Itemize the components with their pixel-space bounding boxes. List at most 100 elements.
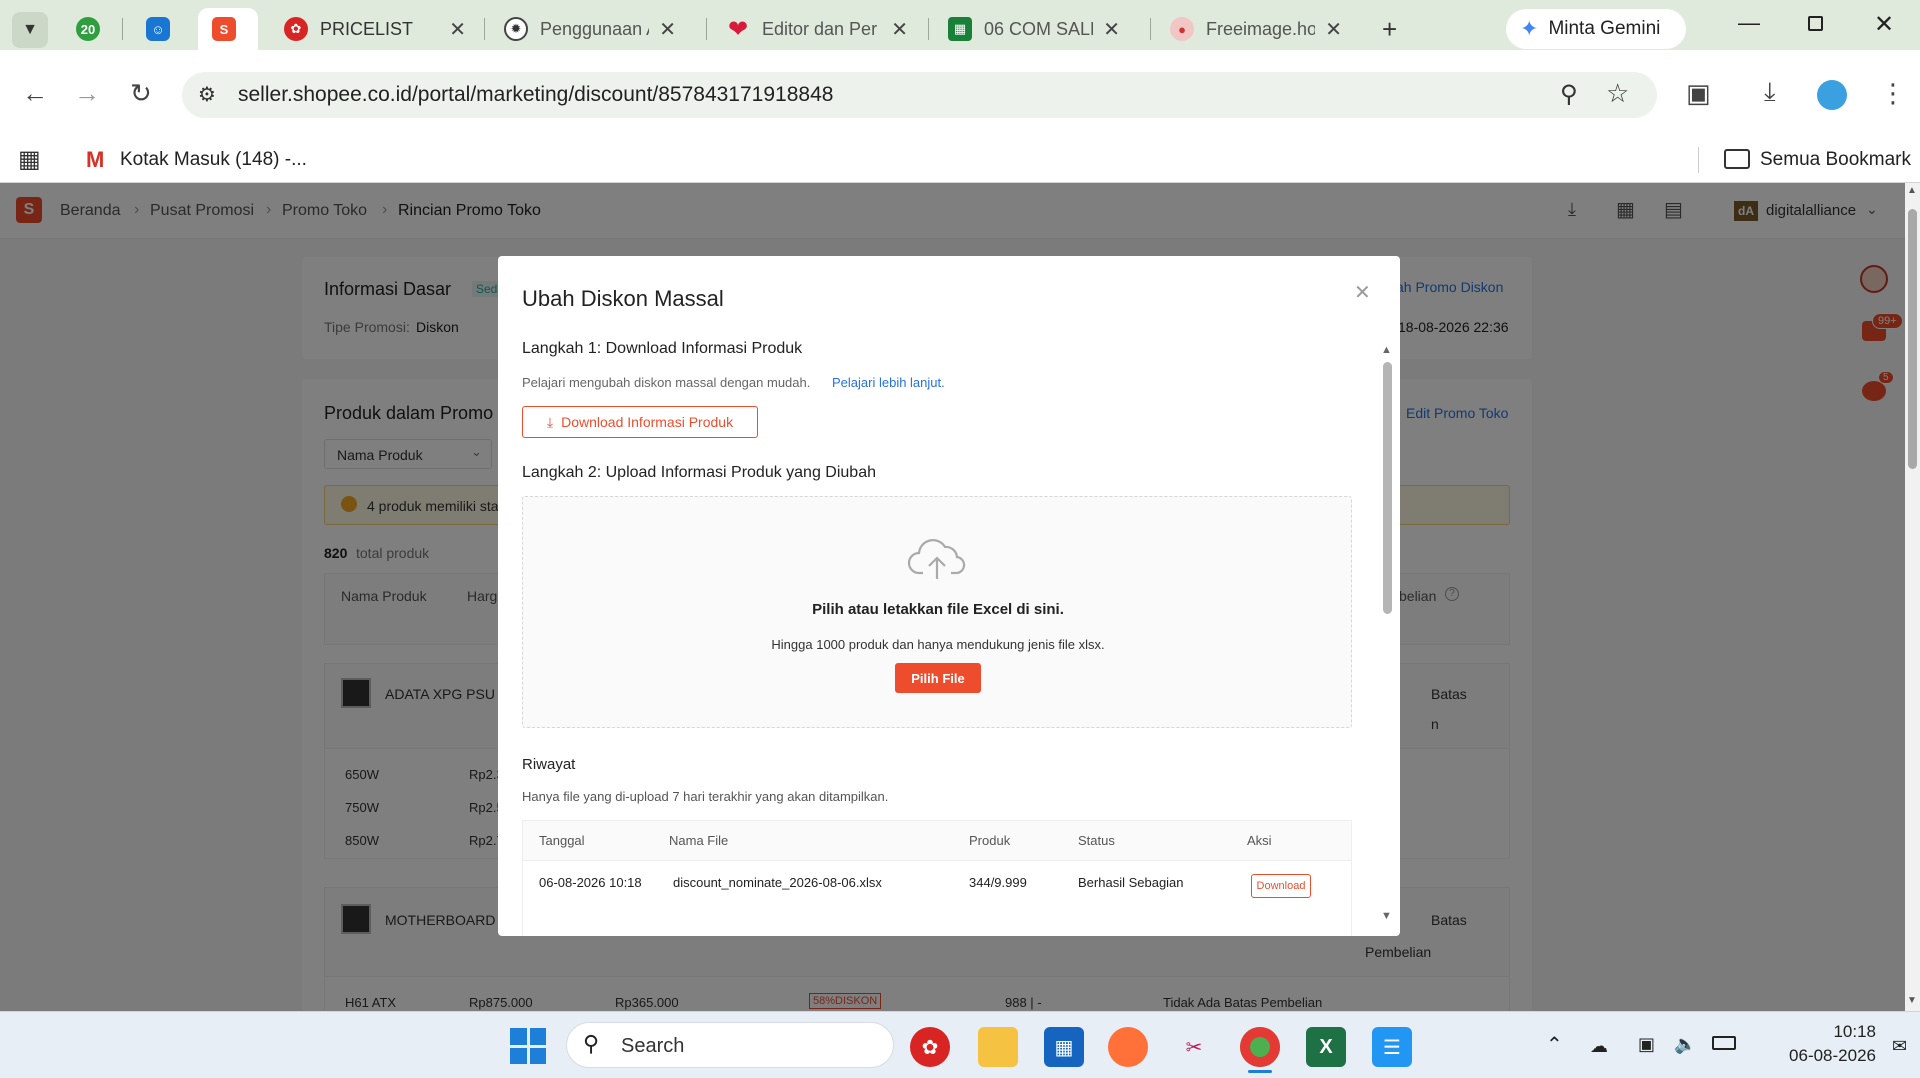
excel-icon[interactable]: X: [1306, 1027, 1346, 1067]
download-icon[interactable]: ⤓: [1764, 78, 1776, 104]
close-tab-icon[interactable]: ✕: [1103, 17, 1120, 42]
bookmark-star-icon[interactable]: ☆: [1606, 78, 1629, 109]
drop-title: Pilih atau letakkan file Excel di sini.: [812, 601, 1064, 618]
battery-icon[interactable]: [1712, 1036, 1736, 1050]
gemini-label: Minta Gemini: [1548, 18, 1661, 39]
network-icon[interactable]: ▣: [1638, 1034, 1655, 1055]
modal-scrollbar[interactable]: ▲ ▼: [1380, 344, 1394, 924]
windows-start-icon[interactable]: [510, 1028, 546, 1064]
tab-freeimage[interactable]: ● Freeimage.hos ✕: [1156, 8, 1356, 50]
snipping-tool-icon[interactable]: ✂: [1174, 1027, 1214, 1067]
scroll-up-icon[interactable]: ▲: [1381, 344, 1392, 356]
col-products: Produk: [969, 833, 1011, 848]
row-date: 06-08-2026 10:18: [539, 875, 642, 890]
clock-date[interactable]: 06-08-2026: [1756, 1046, 1876, 1066]
tab-title: PRICELIST: [320, 18, 414, 39]
tab-1[interactable]: 20: [62, 8, 120, 50]
row-download-label: Download: [1256, 880, 1306, 892]
restore-window-icon[interactable]: [1808, 16, 1823, 31]
col-date: Tanggal: [539, 833, 585, 848]
store-icon[interactable]: ▦: [1044, 1027, 1084, 1067]
address-bar[interactable]: ⚙ seller.shopee.co.id/portal/marketing/d…: [182, 72, 1657, 118]
download-icon: ⤓: [546, 413, 554, 430]
tab-pricelist[interactable]: ✿ PRICELIST ✕: [270, 8, 480, 50]
clock-time[interactable]: 10:18: [1812, 1022, 1876, 1042]
col-status: Status: [1078, 833, 1115, 848]
extensions-puzzle-icon[interactable]: ▣: [1686, 80, 1711, 106]
tab-2[interactable]: ☺: [132, 8, 190, 50]
profile-avatar[interactable]: [1817, 80, 1847, 110]
close-window-icon[interactable]: ✕: [1874, 10, 1894, 39]
tab-com-sales[interactable]: ▦ 06 COM SALES ✕: [934, 8, 1134, 50]
notepad-icon[interactable]: ☰: [1372, 1027, 1412, 1067]
gemini-button[interactable]: ✦ Minta Gemini: [1506, 9, 1686, 49]
gmail-icon: M: [86, 147, 105, 172]
history-table-header: Tanggal Nama File Produk Status Aksi: [523, 821, 1351, 861]
notifications-icon[interactable]: ✉: [1892, 1036, 1907, 1057]
volume-icon[interactable]: 🔈: [1674, 1034, 1696, 1055]
row-download-button[interactable]: Download: [1251, 874, 1311, 898]
tab-editor[interactable]: ❤ Editor dan Per ✕: [712, 8, 922, 50]
scroll-down-icon[interactable]: ▼: [1381, 910, 1392, 922]
freeimage-favicon-icon: ●: [1170, 17, 1194, 41]
firefox-icon[interactable]: [1108, 1027, 1148, 1067]
minimize-icon[interactable]: —: [1738, 10, 1760, 36]
modal-title: Ubah Diskon Massal: [522, 286, 724, 311]
onedrive-icon[interactable]: ☁: [1590, 1036, 1608, 1057]
bookmarks-divider: [1698, 147, 1699, 173]
red-swirl-favicon-icon: ✿: [284, 17, 308, 41]
reload-icon[interactable]: ↻: [130, 80, 152, 106]
folder-icon: [1724, 149, 1750, 169]
scroll-thumb[interactable]: [1908, 209, 1917, 469]
tab-penggunaan[interactable]: ✹ Penggunaan A ✕: [490, 8, 690, 50]
scroll-down-icon[interactable]: ▼: [1907, 995, 1917, 1006]
red-app-icon[interactable]: ✿: [910, 1027, 950, 1067]
scroll-up-icon[interactable]: ▲: [1907, 185, 1917, 196]
site-settings-icon[interactable]: ⚙: [198, 82, 216, 107]
tab-title: 06 COM SALES: [984, 18, 1093, 39]
browser-tab-strip: ▼ 20 ☺ S ✿ PRICELIST ✕ ✹ Penggunaan A ✕ …: [0, 0, 1920, 50]
openai-favicon-icon: ✹: [504, 17, 528, 41]
heart-favicon-icon: ❤: [727, 15, 749, 43]
search-placeholder: Search: [621, 1035, 685, 1057]
all-bookmarks-link[interactable]: Semua Bookmark: [1760, 149, 1911, 171]
url-text[interactable]: seller.shopee.co.id/portal/marketing/dis…: [238, 83, 833, 107]
choose-file-button[interactable]: Pilih File: [895, 663, 981, 693]
modal-scroll-thumb[interactable]: [1383, 362, 1392, 614]
bookmark-gmail[interactable]: Kotak Masuk (148) -...: [120, 149, 307, 171]
chrome-icon[interactable]: [1240, 1027, 1280, 1067]
download-product-info-button[interactable]: ⤓ Download Informasi Produk: [522, 406, 758, 438]
close-icon[interactable]: ✕: [1354, 280, 1371, 305]
learn-more-link[interactable]: Pelajari lebih lanjut.: [832, 375, 945, 390]
shopee-bag-icon: S: [212, 17, 236, 41]
green-badge-favicon-icon: 20: [76, 17, 100, 41]
drop-desc: Hingga 1000 produk dan hanya mendukung j…: [771, 637, 1105, 652]
taskbar-search[interactable]: ⚲ Search: [566, 1022, 894, 1068]
step2-title: Langkah 2: Upload Informasi Produk yang …: [522, 464, 876, 481]
file-explorer-icon[interactable]: [978, 1027, 1018, 1067]
close-tab-icon[interactable]: ✕: [659, 17, 676, 42]
step1-desc: Pelajari mengubah diskon massal dengan m…: [522, 375, 811, 390]
show-hidden-icons-icon[interactable]: ⌃: [1546, 1032, 1563, 1057]
menu-kebab-icon[interactable]: ⋮: [1880, 80, 1906, 106]
row-products: 344/9.999: [969, 875, 1027, 890]
close-tab-icon[interactable]: ✕: [1325, 17, 1342, 42]
close-tab-icon[interactable]: ✕: [449, 17, 466, 42]
new-tab-plus-icon[interactable]: +: [1382, 14, 1397, 45]
tab-search-button[interactable]: ▼: [12, 12, 48, 48]
chevron-down-icon: ▼: [22, 21, 38, 38]
col-file: Nama File: [669, 833, 729, 848]
sheets-favicon-icon: ▦: [948, 17, 972, 41]
apps-grid-icon[interactable]: ▦: [18, 145, 41, 174]
forward-arrow-icon[interactable]: →: [74, 80, 100, 106]
back-arrow-icon[interactable]: ←: [22, 80, 48, 106]
tab-title: Penggunaan A: [540, 18, 650, 39]
close-tab-icon[interactable]: ✕: [891, 17, 908, 42]
os-taskbar: [0, 1011, 1920, 1078]
col-action: Aksi: [1247, 833, 1272, 848]
zoom-icon[interactable]: ⚲: [1560, 80, 1578, 109]
file-drop-zone[interactable]: Pilih atau letakkan file Excel di sini. …: [522, 496, 1352, 728]
page-scrollbar[interactable]: ▲ ▼: [1905, 183, 1920, 1011]
row-file: discount_nominate_2026-08-06.xlsx: [673, 875, 882, 890]
tab-shopee-active[interactable]: S: [198, 8, 258, 50]
